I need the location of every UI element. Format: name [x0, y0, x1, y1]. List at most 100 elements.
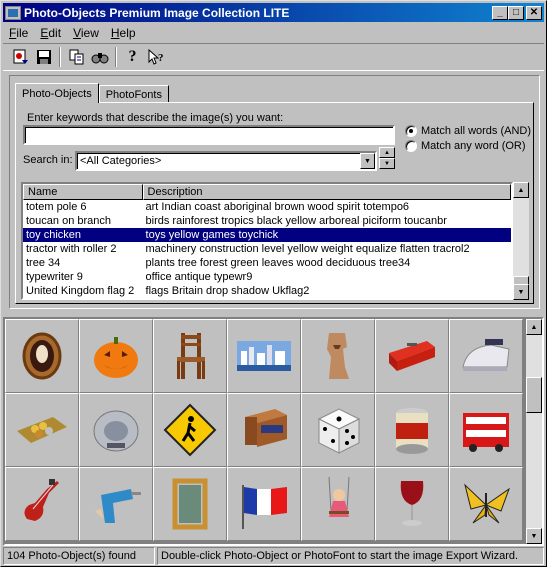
thumbnail-cell[interactable] [375, 467, 449, 541]
thumbnail-cell[interactable] [301, 467, 375, 541]
thumbnail-cell[interactable] [449, 393, 523, 467]
thumbnail-cell[interactable] [449, 467, 523, 541]
list-row[interactable]: toucan on branch birds rainforest tropics… [23, 214, 511, 228]
thumbnail-cell[interactable] [79, 393, 153, 467]
close-button[interactable]: ✕ [526, 5, 542, 20]
wooden-chair-icon [177, 333, 205, 379]
result-count: 104 Photo-Object(s) found [3, 547, 155, 565]
thumbnail-cell[interactable] [5, 393, 79, 467]
row-name: tree 34 [26, 257, 61, 269]
category-spinner[interactable]: ▲ ▼ [379, 147, 395, 169]
list-row[interactable]: toy chicken toys yellow games toychick [23, 228, 511, 242]
row-description: office antique typewr9 [145, 271, 253, 283]
image-gallery: ▲ ▼ [3, 317, 544, 546]
paint-can-icon [396, 408, 428, 454]
thumbnail-cell[interactable] [227, 393, 301, 467]
row-name: totem pole 6 [26, 201, 87, 213]
menu-bar: File Edit View Help [3, 23, 142, 42]
row-name: tractor with roller 2 [26, 243, 117, 255]
list-row[interactable]: totem pole 6 art Indian coast aboriginal … [23, 200, 511, 214]
tab-photofonts[interactable]: PhotoFonts [98, 85, 169, 103]
scroll-up-icon[interactable]: ▲ [526, 319, 542, 335]
match-all-radio[interactable]: Match all words (AND) [405, 125, 531, 137]
menu-help[interactable]: Help [105, 26, 142, 40]
row-description: flags Britain drop shadow Ukflag2 [145, 285, 310, 297]
category-select-value: <All Categories> [80, 155, 162, 167]
context-help-icon[interactable]: ? [144, 46, 167, 68]
help-icon[interactable]: ? [121, 46, 144, 68]
image-list[interactable]: Name Description totem pole 6 art Indian … [21, 182, 513, 300]
radio-dot [405, 125, 417, 137]
svg-text:?: ? [158, 52, 164, 64]
gallery-scrollbar[interactable]: ▲ ▼ [526, 319, 542, 544]
row-description: art Indian coast aboriginal brown wood s… [145, 201, 410, 213]
list-scrollbar[interactable]: ▲ ▼ [513, 182, 529, 300]
column-description[interactable]: Description [142, 184, 511, 200]
tab-photo-objects[interactable]: Photo-Objects [15, 83, 99, 103]
app-window: Photo-Objects Premium Image Collection L… [0, 0, 547, 567]
thumbnail-cell[interactable] [227, 467, 301, 541]
search-in-label: Search in: [23, 154, 73, 166]
status-bar: 104 Photo-Object(s) found Double-click P… [3, 547, 544, 565]
export-icon[interactable] [9, 46, 32, 68]
thumbnail-cell[interactable] [227, 319, 301, 393]
scroll-down-icon[interactable]: ▼ [526, 528, 542, 544]
toolbar: ? ? [3, 43, 544, 71]
match-all-label: Match all words (AND) [421, 125, 532, 137]
app-icon [5, 5, 21, 20]
thumbnail-cell[interactable] [5, 467, 79, 541]
dropdown-arrow-icon[interactable]: ▼ [360, 153, 375, 169]
menu-view[interactable]: View [67, 26, 105, 40]
thumbnail-cell[interactable] [301, 393, 375, 467]
thumbnail-cell[interactable] [5, 319, 79, 393]
list-row[interactable]: tractor with roller 2 machinery construct… [23, 242, 511, 256]
row-name: toy chicken [26, 229, 82, 241]
pedestrian-sign-icon [163, 403, 217, 457]
thumbnail-cell[interactable] [449, 319, 523, 393]
category-select[interactable]: <All Categories> ▼ [75, 151, 377, 171]
city-skyline-icon [237, 341, 291, 371]
row-name: toucan on branch [26, 215, 112, 227]
nightstand-icon [245, 409, 287, 447]
butterfly-icon [464, 483, 511, 524]
thumbnail-cell[interactable] [79, 319, 153, 393]
keywords-input[interactable] [23, 125, 395, 145]
scroll-thumb[interactable] [526, 377, 542, 413]
thumbnail-cell[interactable] [375, 319, 449, 393]
thumbnail-cell[interactable] [153, 393, 227, 467]
list-row[interactable]: tree 34 plants tree forest green leaves w… [23, 256, 511, 270]
thumbnail-cell[interactable] [79, 467, 153, 541]
scroll-down-icon[interactable]: ▼ [513, 284, 529, 300]
thumbnail-grid [5, 319, 526, 541]
list-row[interactable]: typewriter 9 office antique typewr9 [23, 270, 511, 284]
french-flag-icon [242, 485, 287, 529]
list-header: Name Description [23, 184, 511, 200]
thumbnail-cell[interactable] [375, 393, 449, 467]
save-icon[interactable] [32, 46, 55, 68]
row-name: typewriter 9 [26, 271, 83, 283]
copy-icon[interactable] [65, 46, 88, 68]
maximize-button[interactable]: □ [508, 5, 524, 20]
jack-o-lantern-icon [94, 337, 138, 378]
match-any-radio[interactable]: Match any word (OR) [405, 140, 526, 152]
status-hint: Double-click Photo-Object or PhotoFont t… [157, 547, 544, 565]
title-bar[interactable]: Photo-Objects Premium Image Collection L… [3, 3, 544, 22]
cd-player-icon [93, 410, 139, 452]
match-any-label: Match any word (OR) [421, 140, 526, 152]
column-name[interactable]: Name [23, 184, 143, 200]
row-description: birds rainforest tropics black yellow ar… [145, 215, 447, 227]
menu-file[interactable]: File [3, 26, 34, 40]
minimize-button[interactable]: _ [492, 5, 508, 20]
row-description: machinery construction level yellow weig… [145, 243, 470, 255]
spin-down-icon[interactable]: ▼ [379, 158, 395, 169]
thumbnail-cell[interactable] [153, 319, 227, 393]
thumbnail-cell[interactable] [301, 319, 375, 393]
electric-guitar-icon [24, 479, 59, 521]
window-title: Photo-Objects Premium Image Collection L… [24, 5, 290, 20]
menu-edit[interactable]: Edit [34, 26, 67, 40]
find-icon[interactable] [88, 46, 111, 68]
spin-up-icon[interactable]: ▲ [379, 147, 395, 158]
list-row[interactable]: United Kingdom flag 2 flags Britain drop … [23, 284, 511, 298]
thumbnail-cell[interactable] [153, 467, 227, 541]
scroll-up-icon[interactable]: ▲ [513, 182, 529, 198]
